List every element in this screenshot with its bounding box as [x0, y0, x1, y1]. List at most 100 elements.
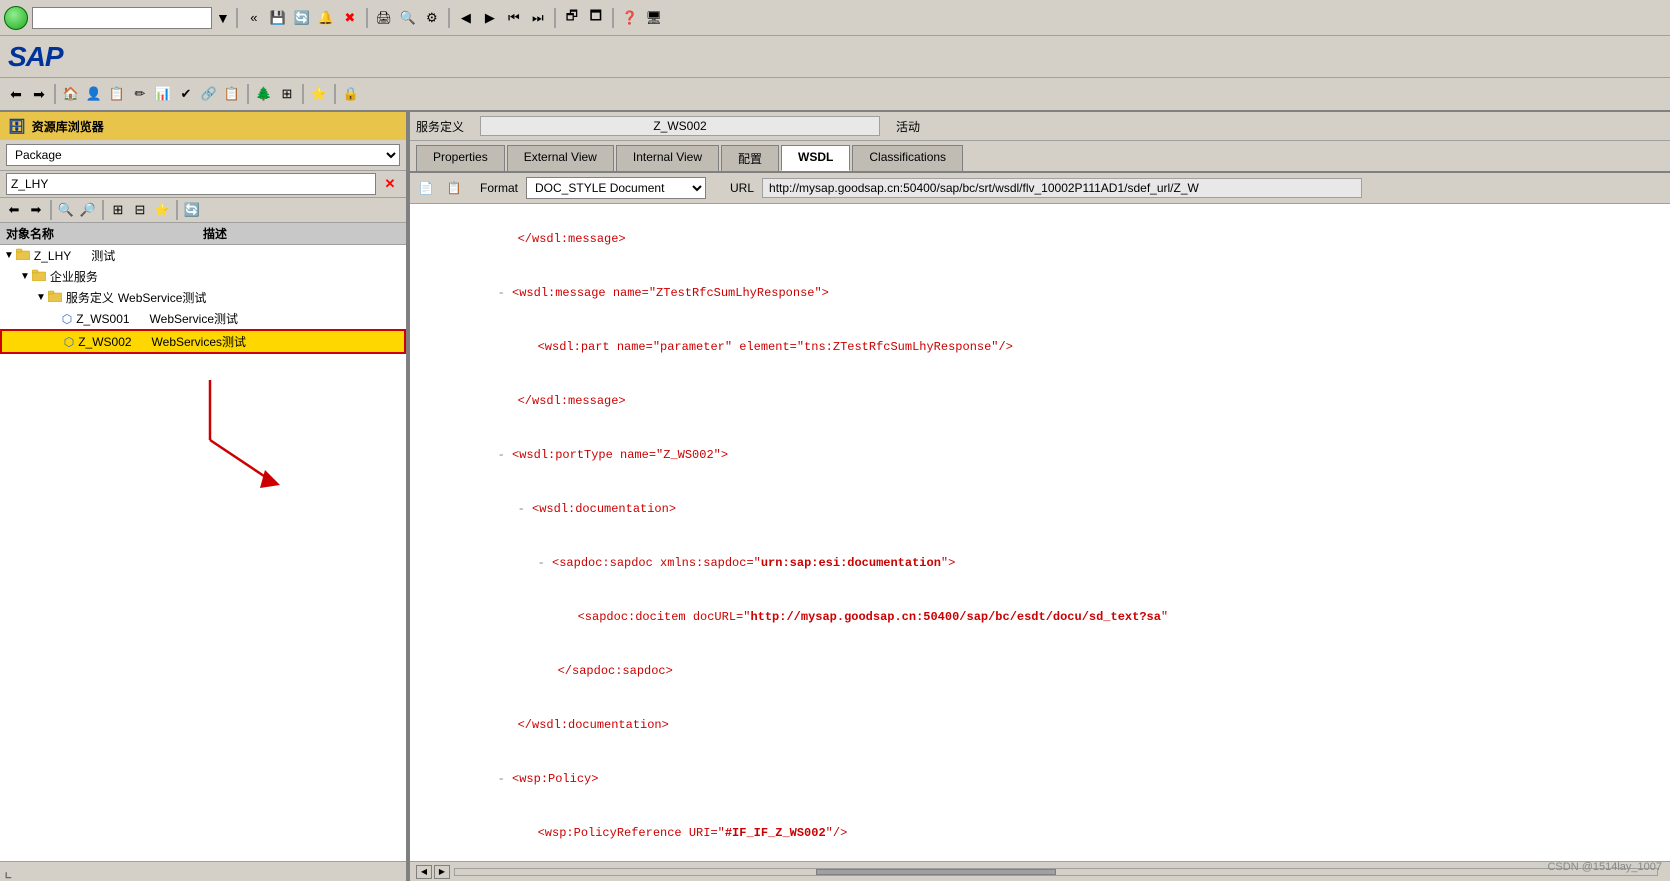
toolbar-cancel-icon[interactable]: ✖ [340, 8, 360, 28]
toolbar-nav4-icon[interactable]: ⏭ [528, 8, 548, 28]
xml-line-2: - <wsdl:message name="ZTestRfcSumLhyResp… [440, 266, 1658, 320]
scrollbar-thumb[interactable] [816, 869, 1056, 875]
tree-item-enterprise[interactable]: ▼ 企业服务 [0, 266, 406, 287]
repository-browser-header: 🗄 资源库浏览器 [0, 112, 406, 140]
expand-icon-servicedef: ▼ [36, 292, 46, 303]
separator-2 [366, 8, 368, 28]
nav-connect-icon[interactable]: 🔗 [199, 84, 219, 104]
toolbar-refresh-icon[interactable]: 🔄 [292, 8, 312, 28]
tree-label-enterprise: 企业服务 [50, 268, 98, 285]
wsdl-icon-1[interactable]: 📄 [416, 178, 436, 198]
panel-resize-handle[interactable] [406, 112, 410, 881]
tree-nav-forward-icon[interactable]: ➡ [26, 200, 46, 220]
tab-config[interactable]: 配置 [721, 145, 779, 171]
toolbar-back-icon[interactable]: « [244, 8, 264, 28]
horizontal-scrollbar[interactable] [454, 868, 1658, 876]
tree-sep-3 [176, 200, 178, 220]
tree-item-zws001[interactable]: ▶ ⬡ Z_WS001 WebService测试 [0, 308, 406, 329]
tree-desc-zws001: WebService测试 [150, 310, 238, 327]
search-input[interactable] [6, 173, 376, 195]
toolbar-help-icon[interactable]: ❓ [620, 8, 640, 28]
left-bottom-bar: ⌞ [0, 861, 406, 881]
nav-table-icon[interactable]: 📊 [153, 84, 173, 104]
xml-line-4: </wsdl:message> [460, 374, 1658, 428]
tree-sep-2 [102, 200, 104, 220]
folder-icon-zlhy [16, 248, 30, 263]
dropdown-arrow[interactable]: ▼ [216, 10, 230, 26]
expand-icon-zlhy: ▼ [4, 250, 14, 261]
toolbar-nav3-icon[interactable]: ⏮ [504, 8, 524, 28]
nav-forward-icon[interactable]: ➡ [29, 84, 49, 104]
folder-icon-servicedef [48, 290, 62, 305]
tree-collapse-all-icon[interactable]: ⊟ [130, 200, 150, 220]
nav-lock-icon[interactable]: 🔒 [341, 84, 361, 104]
toolbar-settings-icon[interactable]: ⚙ [422, 8, 442, 28]
tab-classifications[interactable]: Classifications [852, 145, 963, 171]
xml-content-area[interactable]: </wsdl:message> - <wsdl:message name="ZT… [408, 204, 1670, 861]
toolbar-find-icon[interactable]: 🔍 [398, 8, 418, 28]
nav-check-icon[interactable]: ✔ [176, 84, 196, 104]
tree-refresh-icon[interactable]: 🔄 [182, 200, 202, 220]
tab-properties[interactable]: Properties [416, 145, 505, 171]
separator-4 [554, 8, 556, 28]
xml-line-3: <wsdl:part name="parameter" element="tns… [480, 320, 1658, 374]
service-info-bar: 服务定义 Z_WS002 活动 [408, 112, 1670, 141]
toolbar-nav1-icon[interactable]: ◀ [456, 8, 476, 28]
tree-item-zws002[interactable]: ▶ ⬡ Z_WS002 WebServices测试 [0, 329, 406, 354]
nav-copy-icon[interactable]: 📋 [107, 84, 127, 104]
tabs-bar: Properties External View Internal View 配… [408, 141, 1670, 173]
tab-wsdl[interactable]: WSDL [781, 145, 850, 171]
scroll-right-btn[interactable]: ▶ [434, 865, 450, 879]
format-select[interactable]: DOC_STYLE Document [526, 177, 706, 199]
toolbar-alert-icon[interactable]: 🔔 [316, 8, 336, 28]
search-close-icon[interactable]: ✕ [380, 174, 400, 194]
wsdl-icon-2[interactable]: 📋 [444, 178, 464, 198]
package-select[interactable]: Package [6, 144, 400, 166]
service-def-label: 服务定义 [416, 118, 464, 135]
sap-header: SAP [0, 36, 1670, 78]
xml-line-10: </wsdl:documentation> [460, 698, 1658, 752]
xml-line-1: </wsdl:message> [460, 212, 1658, 266]
tree-desc-servicedef: WebService测试 [118, 289, 206, 306]
col-object-name: 对象名称 [6, 225, 203, 242]
xml-line-11: - <wsp:Policy> [440, 752, 1658, 806]
tree-find-icon[interactable]: 🔎 [78, 200, 98, 220]
tab-external-view[interactable]: External View [507, 145, 614, 171]
expand-icon-zws002: ▶ [54, 336, 62, 347]
nav-expand-icon[interactable]: ⊞ [277, 84, 297, 104]
col-description: 描述 [203, 225, 400, 242]
tree-expand-all-icon[interactable]: ⊞ [108, 200, 128, 220]
nav-home-icon[interactable]: 🏠 [61, 84, 81, 104]
nav-list-icon[interactable]: 📋 [222, 84, 242, 104]
tree-desc-zws002: WebServices测试 [152, 333, 246, 350]
toolbar-window2-icon[interactable]: 🗖 [586, 8, 606, 28]
nav-user-icon[interactable]: 👤 [84, 84, 104, 104]
left-panel: 🗄 资源库浏览器 Package ✕ ⬅ ➡ 🔍 🔎 ⊞ ⊟ ⭐ 🔄 [0, 112, 408, 881]
nav-back-icon[interactable]: ⬅ [6, 84, 26, 104]
repo-icon: 🗄 [8, 118, 26, 135]
tree-sep-1 [50, 200, 52, 220]
nav-fav-icon[interactable]: ⭐ [309, 84, 329, 104]
scroll-left-btn[interactable]: ◀ [416, 865, 432, 879]
tree-nav-back-icon[interactable]: ⬅ [4, 200, 24, 220]
command-input[interactable] [32, 7, 212, 29]
toolbar-window1-icon[interactable]: 🗗 [562, 8, 582, 28]
tree-search-icon[interactable]: 🔍 [56, 200, 76, 220]
left-icon-bar: ⬅ ➡ 🔍 🔎 ⊞ ⊟ ⭐ 🔄 [0, 198, 406, 223]
url-label: URL [730, 181, 754, 195]
tree-item-servicedef[interactable]: ▼ 服务定义 WebService测试 [0, 287, 406, 308]
scroll-controls: ◀ ▶ [416, 865, 450, 879]
toolbar-monitor-icon[interactable]: 🖥 [644, 8, 664, 28]
nav-toolbar: ⬅ ➡ 🏠 👤 📋 ✏ 📊 ✔ 🔗 📋 🌲 ⊞ ⭐ 🔒 [0, 78, 1670, 112]
nav-edit-icon[interactable]: ✏ [130, 84, 150, 104]
toolbar-print-icon[interactable]: 🖨 [374, 8, 394, 28]
bottom-scroll-bar: ◀ ▶ [408, 861, 1670, 881]
tree-item-zlhy[interactable]: ▼ Z_LHY 测试 [0, 245, 406, 266]
tree-fav-icon[interactable]: ⭐ [152, 200, 172, 220]
folder-icon-enterprise [32, 269, 46, 284]
toolbar-save-icon[interactable]: 💾 [268, 8, 288, 28]
sap-logo: SAP [8, 41, 63, 73]
tab-internal-view[interactable]: Internal View [616, 145, 719, 171]
toolbar-nav2-icon[interactable]: ▶ [480, 8, 500, 28]
nav-tree-icon[interactable]: 🌲 [254, 84, 274, 104]
